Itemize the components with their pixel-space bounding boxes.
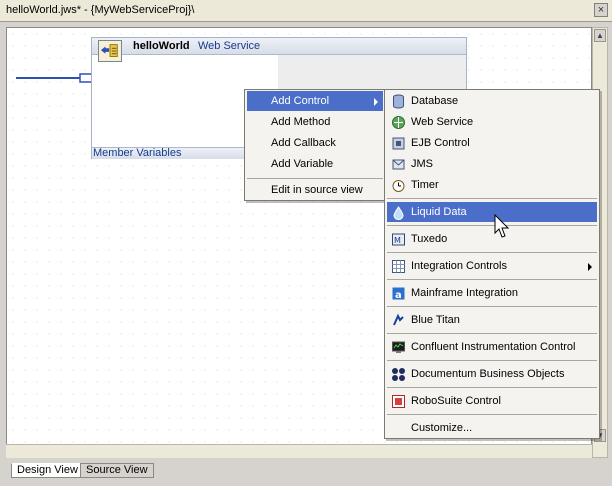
ejb-icon: [391, 136, 406, 151]
menu-item-timer[interactable]: Timer: [387, 175, 597, 195]
menu-item-tuxedo[interactable]: M Tuxedo: [387, 229, 597, 249]
menu-separator: [387, 252, 597, 253]
svg-text:a: a: [395, 290, 402, 301]
service-name: helloWorld: [133, 40, 190, 52]
timer-icon: [391, 178, 406, 193]
method-connector-line: [16, 77, 80, 79]
menu-separator: [387, 279, 597, 280]
menu-item-web-service[interactable]: Web Service: [387, 112, 597, 132]
menu-item-confluent[interactable]: Confluent Instrumentation Control: [387, 337, 597, 357]
member-variables-label: Member Variables: [93, 147, 182, 159]
menu-item-add-variable[interactable]: Add Variable: [247, 154, 383, 174]
tab-design-view[interactable]: Design View: [11, 463, 84, 478]
menu-separator: [387, 387, 597, 388]
view-tab-bar: Design View Source View: [0, 458, 612, 486]
menu-item-add-method[interactable]: Add Method: [247, 112, 383, 132]
menu-item-database[interactable]: Database: [387, 91, 597, 111]
menu-separator: [387, 360, 597, 361]
documentum-icon: [391, 367, 406, 382]
service-header: helloWorld Web Service: [92, 38, 466, 55]
menu-item-blue-titan[interactable]: Blue Titan: [387, 310, 597, 330]
menu-item-integration-controls[interactable]: Integration Controls: [387, 256, 597, 276]
mainframe-icon: a: [391, 286, 406, 301]
integration-icon: [391, 259, 406, 274]
close-tab-button[interactable]: ×: [594, 3, 608, 17]
database-icon: [391, 94, 406, 109]
tuxedo-icon: M: [391, 232, 406, 247]
window-title: helloWorld.jws* - {MyWebServiceProj}\: [6, 4, 195, 16]
context-menu: Add Control Add Method Add Callback Add …: [244, 89, 386, 201]
svg-text:M: M: [394, 236, 401, 245]
blue-titan-icon: [391, 313, 406, 328]
menu-separator: [387, 198, 597, 199]
menu-item-jms[interactable]: JMS: [387, 154, 597, 174]
submenu-arrow-icon: [588, 263, 592, 271]
add-control-submenu: Database Web Service EJB Control JMS Tim…: [384, 89, 600, 439]
menu-separator: [387, 225, 597, 226]
menu-item-edit-source[interactable]: Edit in source view: [247, 180, 383, 200]
menu-item-liquid-data[interactable]: Liquid Data: [387, 202, 597, 222]
menu-separator: [387, 333, 597, 334]
menu-separator: [387, 306, 597, 307]
menu-item-add-control[interactable]: Add Control: [247, 91, 383, 111]
service-kind: Web Service: [198, 40, 261, 52]
menu-item-add-callback[interactable]: Add Callback: [247, 133, 383, 153]
scroll-up-button[interactable]: ▲: [594, 29, 606, 42]
menu-separator: [247, 178, 383, 179]
tab-source-view[interactable]: Source View: [80, 463, 154, 478]
menu-item-customize[interactable]: Customize...: [387, 418, 597, 438]
menu-item-robosuite[interactable]: RoboSuite Control: [387, 391, 597, 411]
confluent-icon: [391, 340, 406, 355]
menu-item-documentum[interactable]: Documentum Business Objects: [387, 364, 597, 384]
web-service-icon: [98, 40, 122, 62]
menu-item-mainframe-integration[interactable]: a Mainframe Integration: [387, 283, 597, 303]
horizontal-scrollbar[interactable]: [6, 444, 592, 458]
robosuite-icon: [391, 394, 406, 409]
mouse-cursor-icon: [494, 214, 510, 238]
web-service-icon: [391, 115, 406, 130]
liquid-data-icon: [391, 205, 406, 220]
menu-item-ejb-control[interactable]: EJB Control: [387, 133, 597, 153]
menu-separator: [387, 414, 597, 415]
submenu-arrow-icon: [374, 98, 378, 106]
window-title-bar: helloWorld.jws* - {MyWebServiceProj}\ ×: [0, 0, 612, 22]
jms-icon: [391, 157, 406, 172]
